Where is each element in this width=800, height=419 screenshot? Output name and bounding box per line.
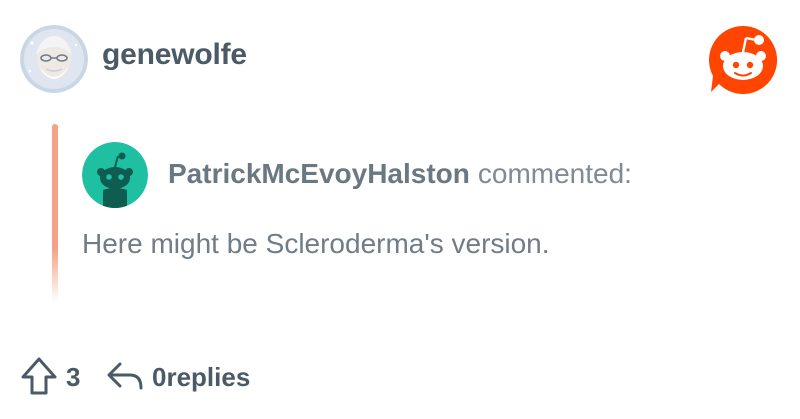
reddit-logo-icon[interactable] bbox=[707, 24, 779, 96]
vote-count: 3 bbox=[66, 362, 81, 392]
replies-link[interactable]: 0replies bbox=[152, 362, 250, 393]
username[interactable]: genewolfe bbox=[102, 38, 247, 72]
quote-bar bbox=[52, 124, 58, 302]
comment-card: genewolfe PatrickMcEvoyHalston commented… bbox=[0, 0, 800, 419]
text-fade-overlay bbox=[82, 292, 722, 308]
reply-arrow-icon[interactable] bbox=[104, 358, 144, 394]
action-bar: 3 0replies bbox=[0, 350, 800, 400]
comment-author[interactable]: PatrickMcEvoyHalston bbox=[168, 158, 470, 189]
user-avatar-icon[interactable] bbox=[20, 25, 88, 93]
comment-header: PatrickMcEvoyHalston commented: bbox=[168, 158, 632, 190]
comment-text: Here might be Scleroderma's version. bbox=[82, 228, 550, 259]
upvote-arrow-icon[interactable] bbox=[20, 356, 58, 396]
snoo-avatar-icon[interactable] bbox=[82, 142, 148, 208]
comment-verb: commented: bbox=[477, 158, 632, 189]
